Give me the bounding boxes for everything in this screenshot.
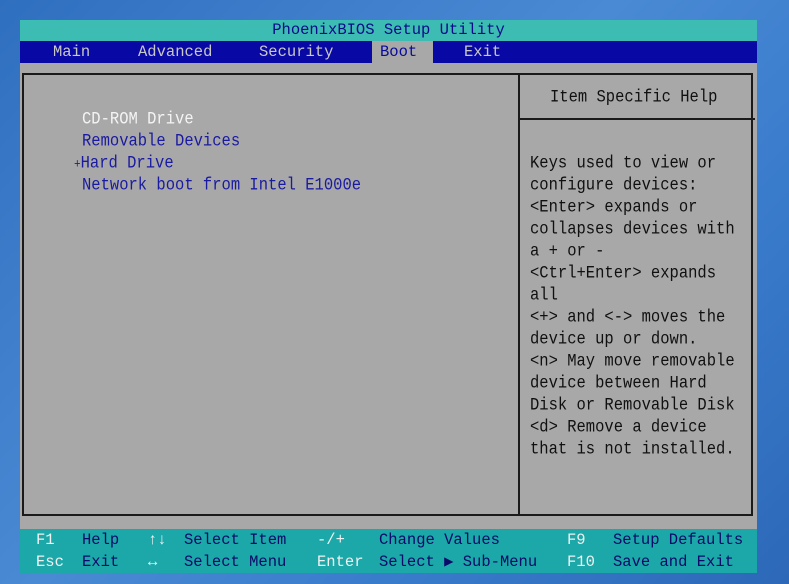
key-up-down: ↑↓ (148, 531, 167, 549)
boot-item-label: CD-ROM Drive (82, 108, 194, 130)
help-title: Item Specific Help (550, 86, 718, 108)
key-minus-plus: -/+ (317, 531, 345, 549)
help-header-divider (518, 118, 755, 120)
tab-exit[interactable]: Exit (456, 41, 509, 63)
bios-screen: PhoenixBIOS Setup Utility Main Advanced … (20, 20, 757, 573)
help-line: that is not installed. (530, 438, 735, 460)
title-bar: PhoenixBIOS Setup Utility (20, 20, 757, 41)
app-title: PhoenixBIOS Setup Utility (272, 21, 505, 39)
key-minus-plus-desc: Change Values (379, 531, 500, 549)
boot-item-network[interactable]: Network boot from Intel E1000e (82, 172, 361, 197)
key-left-right-desc: Select Menu (184, 553, 287, 571)
help-text: Keys used to view or configure devices: … (530, 152, 735, 460)
boot-item-label: Removable Devices (82, 130, 241, 152)
key-enter-desc: Select ▶ Sub-Menu (379, 553, 538, 571)
panel-divider (518, 75, 520, 514)
key-f10: F10 (567, 553, 595, 571)
tab-boot[interactable]: Boot (372, 41, 433, 63)
tab-security[interactable]: Security (251, 41, 341, 63)
key-f1-desc: Help (82, 531, 120, 549)
tab-advanced[interactable]: Advanced (130, 41, 220, 63)
boot-item-label: Hard Drive (80, 152, 174, 174)
key-left-right: ↔ (148, 553, 158, 571)
key-esc: Esc (36, 553, 64, 571)
boot-item-label: Network boot from Intel E1000e (82, 174, 362, 196)
key-f9-desc: Setup Defaults (613, 531, 744, 549)
tab-main[interactable]: Main (45, 41, 98, 63)
key-enter: Enter (317, 553, 364, 571)
key-f9: F9 (567, 531, 586, 549)
boot-panel: CD-ROM Drive Removable Devices +Hard Dri… (22, 73, 755, 516)
expand-marker: + (74, 158, 81, 173)
key-legend: F1 Help ↑↓ Select Item -/+ Change Values… (20, 529, 757, 573)
key-f10-desc: Save and Exit (613, 553, 734, 571)
key-up-down-desc: Select Item (184, 531, 287, 549)
key-esc-desc: Exit (82, 553, 120, 571)
key-f1: F1 (36, 531, 55, 549)
menu-bar: Main Advanced Security Boot Exit (20, 41, 757, 63)
